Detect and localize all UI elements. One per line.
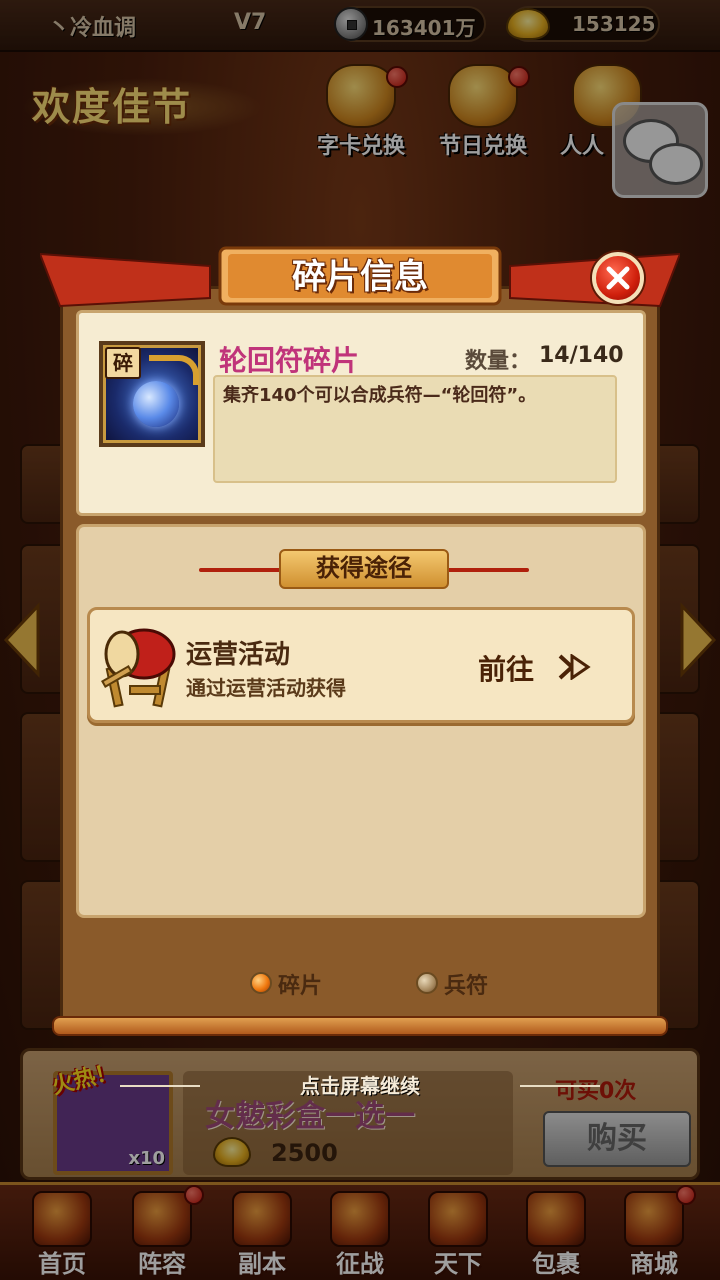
- source-name: 运营活动: [186, 640, 291, 670]
- war-drum-icon: [101, 628, 176, 708]
- dialog-tabs: 碎片 兵符: [240, 964, 520, 1000]
- fragment-info-dialog: 碎片信息 碎 轮回符碎片 数量： 14/140 集齐140个可以合成兵符—“轮回…: [40, 246, 680, 1036]
- dialog-bottom-border: [52, 1016, 668, 1036]
- go-button[interactable]: 前往: [478, 642, 598, 690]
- dialog-title: 碎片信息: [292, 257, 428, 297]
- tap-to-continue-hint: 点击屏幕继续: [120, 1070, 600, 1102]
- item-info-panel: 碎 轮回符碎片 数量： 14/140 集齐140个可以合成兵符—“轮回符”。: [76, 310, 646, 516]
- dragon-ornament: [149, 355, 199, 385]
- tab-tally[interactable]: 兵符: [416, 964, 506, 1000]
- close-icon: [606, 266, 630, 290]
- source-entry-event[interactable]: 运营活动 通过运营活动获得 前往: [87, 607, 635, 723]
- double-arrow-right-icon: [558, 654, 591, 680]
- fragment-badge: 碎: [105, 347, 141, 379]
- fragment-item-icon: 碎: [99, 341, 205, 447]
- dialog-title-ribbon: 碎片信息: [40, 246, 680, 308]
- radio-unselected-icon: [416, 972, 438, 994]
- radio-selected-icon: [250, 972, 272, 994]
- acquisition-title: 获得途径: [316, 554, 412, 582]
- acquisition-panel: 获得途径 运营活动 通过运营活动获得 前往: [76, 524, 646, 918]
- item-name: 轮回符碎片: [219, 344, 360, 377]
- acquisition-header: 获得途径: [199, 549, 529, 589]
- source-description: 通过运营活动获得: [186, 676, 346, 700]
- go-label: 前往: [478, 653, 535, 686]
- orb-icon: [133, 381, 179, 427]
- tab-fragment[interactable]: 碎片: [250, 964, 340, 1000]
- quantity-value: 14/140: [539, 343, 624, 368]
- tab-label: 兵符: [444, 974, 489, 999]
- tab-label: 碎片: [278, 974, 323, 999]
- item-description: 集齐140个可以合成兵符—“轮回符”。: [213, 375, 617, 483]
- close-button[interactable]: [592, 252, 644, 304]
- quantity-label: 数量：: [465, 349, 532, 374]
